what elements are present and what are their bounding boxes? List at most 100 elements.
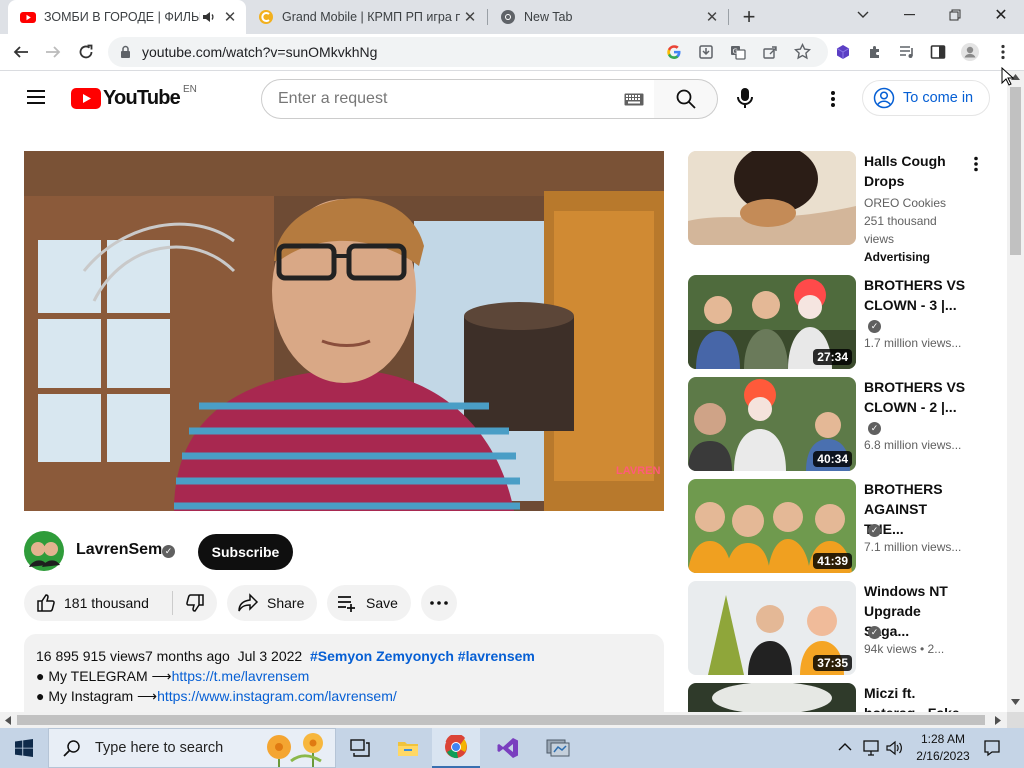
youtube-logo[interactable]: YouTube EN xyxy=(71,84,197,110)
media-control-icon[interactable] xyxy=(892,37,922,67)
like-button[interactable]: 181 thousand xyxy=(24,585,172,621)
scroll-left-arrow-icon[interactable] xyxy=(5,716,11,725)
remote-desktop-icon[interactable] xyxy=(534,728,582,768)
volume-icon[interactable] xyxy=(886,739,904,757)
chrome-taskbar-icon[interactable] xyxy=(432,728,480,768)
video-thumbnail[interactable]: 27:34 xyxy=(688,275,856,369)
close-window-icon[interactable]: ✕ xyxy=(978,0,1024,30)
visual-studio-icon[interactable] xyxy=(484,728,532,768)
recommendation-item[interactable]: Miczi ft. hoteraq - Fake xyxy=(688,683,988,712)
settings-menu-icon[interactable] xyxy=(830,90,836,113)
tab-new-tab[interactable]: New Tab ✕ xyxy=(488,0,728,34)
ad-views: 251 thousand views xyxy=(864,214,937,246)
video-thumbnail[interactable]: 41:39 xyxy=(688,479,856,573)
instagram-link[interactable]: https://www.instagram.com/lavrensem/ xyxy=(157,688,397,704)
youtube-masthead: YouTube EN Enter a request To come in xyxy=(0,71,1007,127)
channel-name[interactable]: LavrenSem xyxy=(76,541,162,559)
tab-youtube[interactable]: ЗОМБИ В ГОРОДЕ | ФИЛЬМ ✕ xyxy=(8,0,246,34)
ad-title[interactable]: Halls Cough Drops xyxy=(864,151,968,191)
dislike-button[interactable] xyxy=(173,585,217,621)
video-thumbnail[interactable] xyxy=(688,683,856,712)
extension-cube-icon[interactable] xyxy=(828,37,858,67)
video-player[interactable]: LAVREN SEM xyxy=(24,151,664,511)
telegram-link[interactable]: https://t.me/lavrensem xyxy=(172,668,310,684)
google-icon[interactable] xyxy=(666,44,682,60)
side-panel-icon[interactable] xyxy=(923,37,953,67)
new-tab-button[interactable]: + xyxy=(726,2,772,32)
search-button[interactable] xyxy=(654,79,718,119)
subscribe-button[interactable]: Subscribe xyxy=(198,534,293,570)
keyboard-icon[interactable] xyxy=(624,93,644,106)
hashtag-links[interactable]: #Semyon Zemyonych #lavrensem xyxy=(310,648,535,664)
video-title[interactable]: BROTHERS VS CLOWN - 2 |... xyxy=(864,377,968,417)
tab-close-icon[interactable]: ✕ xyxy=(702,7,722,27)
clock[interactable]: 1:28 AM 2/16/2023 xyxy=(912,731,974,765)
chrome-favicon-icon xyxy=(501,10,515,24)
video-thumbnail[interactable]: 37:35 xyxy=(688,581,856,675)
upload-date: Jul 3 2022 xyxy=(237,648,303,664)
url-text[interactable]: youtube.com/watch?v=sunOMkvkhNg xyxy=(142,44,377,60)
lock-icon[interactable] xyxy=(120,45,131,59)
youtube-play-logo-icon xyxy=(71,88,101,109)
recommendation-item[interactable]: 40:34 BROTHERS VS CLOWN - 2 |... ✓ 6.8 m… xyxy=(688,377,988,471)
show-hidden-icons-chevron-icon[interactable] xyxy=(838,742,852,752)
windows-taskbar: Type here to search 1:28 AM 2/16/2023 xyxy=(0,728,1024,768)
profile-avatar-icon[interactable] xyxy=(955,37,985,67)
browser-menu-icon[interactable] xyxy=(988,37,1018,67)
ad-menu-icon[interactable] xyxy=(973,156,979,172)
start-button[interactable] xyxy=(0,728,48,768)
sign-in-label: To come in xyxy=(903,90,974,106)
share-page-icon[interactable] xyxy=(762,44,778,60)
bookmark-star-icon[interactable] xyxy=(794,43,811,60)
network-icon[interactable] xyxy=(862,739,880,757)
horizontal-scrollbar[interactable] xyxy=(0,712,1007,728)
minimize-icon[interactable] xyxy=(886,0,932,30)
tab-title: New Tab xyxy=(524,10,573,24)
recommendation-item[interactable]: 27:34 BROTHERS VS CLOWN - 3 |... ✓ 1.7 m… xyxy=(688,275,988,369)
restore-icon[interactable] xyxy=(932,0,978,30)
translate-icon[interactable]: G xyxy=(730,44,746,60)
voice-search-icon[interactable] xyxy=(735,86,755,115)
address-bar[interactable]: youtube.com/watch?v=sunOMkvkhNg G xyxy=(108,37,828,67)
tab-close-icon[interactable]: ✕ xyxy=(460,7,480,27)
video-title[interactable]: BROTHERS VS CLOWN - 3 |... xyxy=(864,275,968,315)
share-button[interactable]: Share xyxy=(227,585,317,621)
ad-card[interactable]: Halls Cough Drops OREO Cookies 251 thous… xyxy=(688,151,988,264)
search-highlight-flowers-icon xyxy=(267,733,323,767)
more-actions-button[interactable] xyxy=(421,585,457,621)
telegram-line: ● My TELEGRAM ⟶https://t.me/lavrensem xyxy=(36,666,652,686)
back-icon[interactable] xyxy=(6,37,36,67)
install-app-icon[interactable] xyxy=(698,44,714,60)
file-explorer-icon[interactable] xyxy=(384,728,432,768)
grand-mobile-favicon-icon xyxy=(259,10,273,24)
recommendation-item[interactable]: 41:39 BROTHERS AGAINST THE... ✓ 7.1 mill… xyxy=(688,479,988,573)
speaker-icon[interactable] xyxy=(200,7,218,27)
reload-icon[interactable] xyxy=(71,37,101,67)
video-thumbnail[interactable]: 40:34 xyxy=(688,377,856,471)
horizontal-scroll-thumb[interactable] xyxy=(17,715,985,725)
search-input[interactable]: Enter a request xyxy=(261,79,655,119)
channel-avatar[interactable] xyxy=(24,531,64,571)
video-title[interactable]: Miczi ft. hoteraq - Fake xyxy=(864,683,968,712)
ad-thumbnail[interactable] xyxy=(688,151,856,245)
save-button[interactable]: Save xyxy=(327,585,411,621)
guide-menu-icon[interactable] xyxy=(26,89,46,110)
extensions-puzzle-icon[interactable] xyxy=(860,37,890,67)
scroll-right-arrow-icon[interactable] xyxy=(995,716,1001,725)
sign-in-button[interactable]: To come in xyxy=(862,80,990,116)
like-dislike-group: 181 thousand xyxy=(24,585,217,621)
taskbar-search-box[interactable]: Type here to search xyxy=(48,728,336,768)
scroll-down-arrow-icon[interactable] xyxy=(1011,699,1020,705)
video-description[interactable]: 16 895 915 views7 months ago Jul 3 2022 … xyxy=(24,634,664,712)
forward-icon[interactable] xyxy=(38,37,68,67)
notification-center-icon[interactable] xyxy=(983,739,1001,757)
tab-search-chevron-icon[interactable] xyxy=(840,0,886,30)
task-view-icon[interactable] xyxy=(336,728,384,768)
tab-close-icon[interactable]: ✕ xyxy=(220,7,240,27)
tab-grand-mobile[interactable]: Grand Mobile | КРМП РП игра п ✕ xyxy=(246,0,486,34)
vertical-scroll-thumb[interactable] xyxy=(1010,87,1021,255)
vertical-scrollbar[interactable] xyxy=(1007,71,1024,712)
browser-tab-strip: ЗОМБИ В ГОРОДЕ | ФИЛЬМ ✕ Grand Mobile | … xyxy=(0,0,1024,34)
recommendation-item[interactable]: 37:35 Windows NT Upgrade Saga... ✓ 94k v… xyxy=(688,581,988,675)
share-arrow-icon xyxy=(238,593,259,612)
